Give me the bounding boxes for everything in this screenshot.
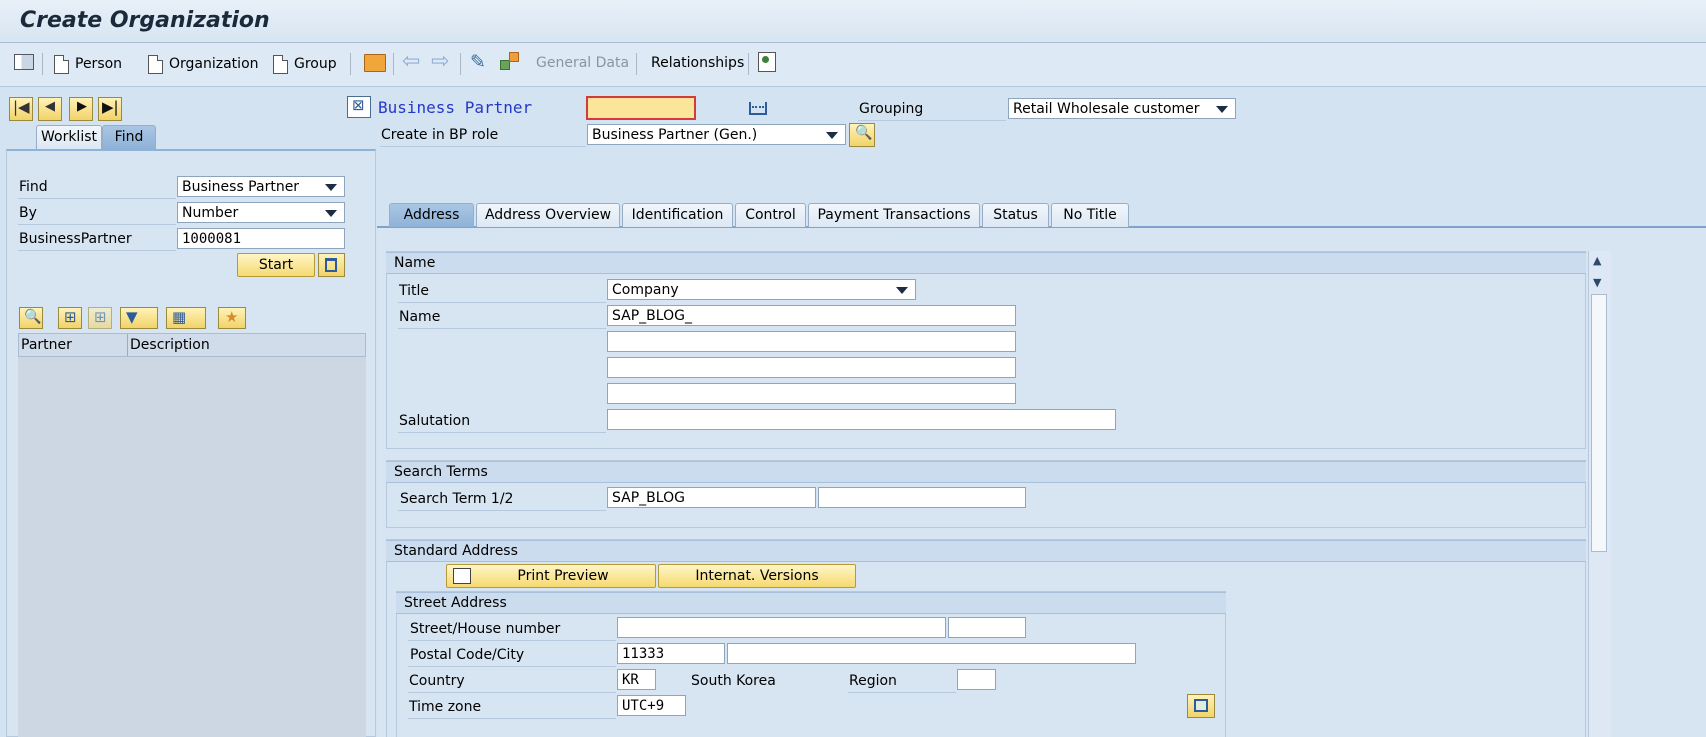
results-list [18, 357, 366, 737]
open-folder-icon[interactable] [364, 54, 386, 72]
find-next-icon[interactable]: ⊞ [88, 307, 112, 329]
title-select[interactable]: Company [607, 279, 916, 300]
next-record-button[interactable]: ▶ [69, 97, 93, 121]
businesspartner-input[interactable]: 1000081 [177, 228, 345, 249]
page-title: Create Organization [20, 8, 270, 33]
find-select[interactable]: Business Partner [177, 176, 345, 197]
scrollbar-thumb[interactable] [1591, 294, 1607, 552]
document-icon [148, 54, 163, 74]
business-partner-label: Business Partner [378, 98, 533, 117]
street-label: Street/House number [410, 621, 561, 637]
search-term-1-input[interactable]: SAP_BLOG [607, 487, 816, 508]
tab-identification[interactable]: Identification [622, 203, 733, 227]
find-icon[interactable]: ⊞ [58, 307, 82, 329]
search-terms-header: Search Terms [386, 461, 1586, 483]
printer-icon [453, 568, 471, 584]
bp-role-select[interactable]: Business Partner (Gen.) [587, 124, 846, 145]
street-input[interactable] [617, 617, 946, 638]
last-record-button[interactable]: ▶| [98, 97, 122, 121]
title-label: Title [399, 283, 430, 299]
person-button[interactable]: Person [54, 51, 122, 77]
first-record-button[interactable]: |◀ [9, 97, 33, 121]
street-address-header: Street Address [396, 592, 1226, 614]
by-select[interactable]: Number [177, 202, 345, 223]
country-label: Country [409, 673, 465, 689]
tab-no-title[interactable]: No Title [1051, 203, 1129, 227]
region-input[interactable] [957, 669, 996, 690]
tab-address-overview[interactable]: Address Overview [476, 203, 620, 227]
by-label: By [19, 205, 37, 221]
scroll-down-icon[interactable]: ▼ [1593, 276, 1601, 289]
name-field-3[interactable] [607, 357, 1016, 378]
search-term-2-input[interactable] [818, 487, 1026, 508]
grouping-label: Grouping [859, 101, 924, 117]
tab-payment-transactions[interactable]: Payment Transactions [808, 203, 980, 227]
switch-icon[interactable] [500, 52, 519, 70]
tab-find[interactable]: Find [102, 125, 156, 149]
salutation-input[interactable] [607, 409, 1116, 430]
region-label: Region [849, 673, 897, 689]
filter-icon[interactable]: ▼ [120, 307, 158, 329]
timezone-label: Time zone [409, 699, 482, 715]
city-input[interactable] [727, 643, 1136, 664]
column-description[interactable]: Description [130, 337, 210, 353]
previous-record-button[interactable]: ◀ [38, 97, 62, 121]
business-partner-input[interactable] [586, 96, 696, 120]
tab-status[interactable]: Status [982, 203, 1049, 227]
start-button[interactable]: Start [237, 253, 315, 277]
internat-versions-button[interactable]: Internat. Versions [658, 564, 856, 588]
tab-control[interactable]: Control [735, 203, 806, 227]
person-details-icon[interactable] [758, 52, 776, 72]
address-details-icon[interactable] [1187, 694, 1215, 718]
salutation-label: Salutation [399, 413, 471, 429]
tab-worklist[interactable]: Worklist [36, 125, 102, 149]
house-number-input[interactable] [948, 617, 1026, 638]
relationships-button[interactable]: Relationships [651, 55, 744, 71]
display-change-icon[interactable]: ✎ [470, 52, 486, 72]
print-preview-button[interactable]: Print Preview [446, 564, 656, 588]
name-field-4[interactable] [607, 383, 1016, 404]
standard-address-header: Standard Address [386, 540, 1586, 562]
scroll-up-icon[interactable]: ▲ [1593, 254, 1601, 267]
grouping-select[interactable]: Retail Wholesale customer [1008, 98, 1236, 119]
organization-button[interactable]: Organization [148, 51, 259, 77]
postal-code-input[interactable]: 11333 [617, 643, 725, 664]
document-icon [54, 54, 69, 74]
bp-role-label: Create in BP role [381, 127, 499, 143]
general-data-button[interactable]: General Data [536, 55, 629, 71]
tab-address[interactable]: Address [389, 203, 474, 227]
name-field-2[interactable] [607, 331, 1016, 352]
back-arrow-icon[interactable]: ⇦ [402, 51, 420, 73]
document-icon [273, 54, 288, 74]
country-name: South Korea [691, 673, 776, 689]
name-field-1[interactable]: SAP_BLOG_ [607, 305, 1016, 326]
layout-icon[interactable]: ▦ [166, 307, 206, 329]
name-section-header: Name [386, 252, 1586, 274]
find-label: Find [19, 179, 48, 195]
switch-view-icon[interactable]: ⊠ [347, 96, 371, 118]
timezone-input[interactable]: UTC+9 [617, 695, 686, 716]
businesspartner-label: BusinessPartner [19, 231, 132, 247]
organization-building-icon [749, 98, 769, 116]
add-favorite-icon[interactable]: ★ [218, 307, 246, 329]
delete-icon[interactable] [318, 253, 345, 277]
forward-arrow-icon[interactable]: ⇨ [431, 51, 449, 73]
role-search-icon[interactable]: 🔍 [849, 123, 875, 147]
locator-toggle-icon[interactable] [14, 54, 34, 70]
group-button[interactable]: Group [273, 51, 337, 77]
search-term-label: Search Term 1/2 [400, 491, 514, 507]
column-partner[interactable]: Partner [21, 337, 72, 353]
country-input[interactable]: KR [617, 669, 656, 690]
postal-city-label: Postal Code/City [410, 647, 525, 663]
details-search-icon[interactable]: 🔍 [19, 307, 43, 329]
name-label: Name [399, 309, 441, 325]
